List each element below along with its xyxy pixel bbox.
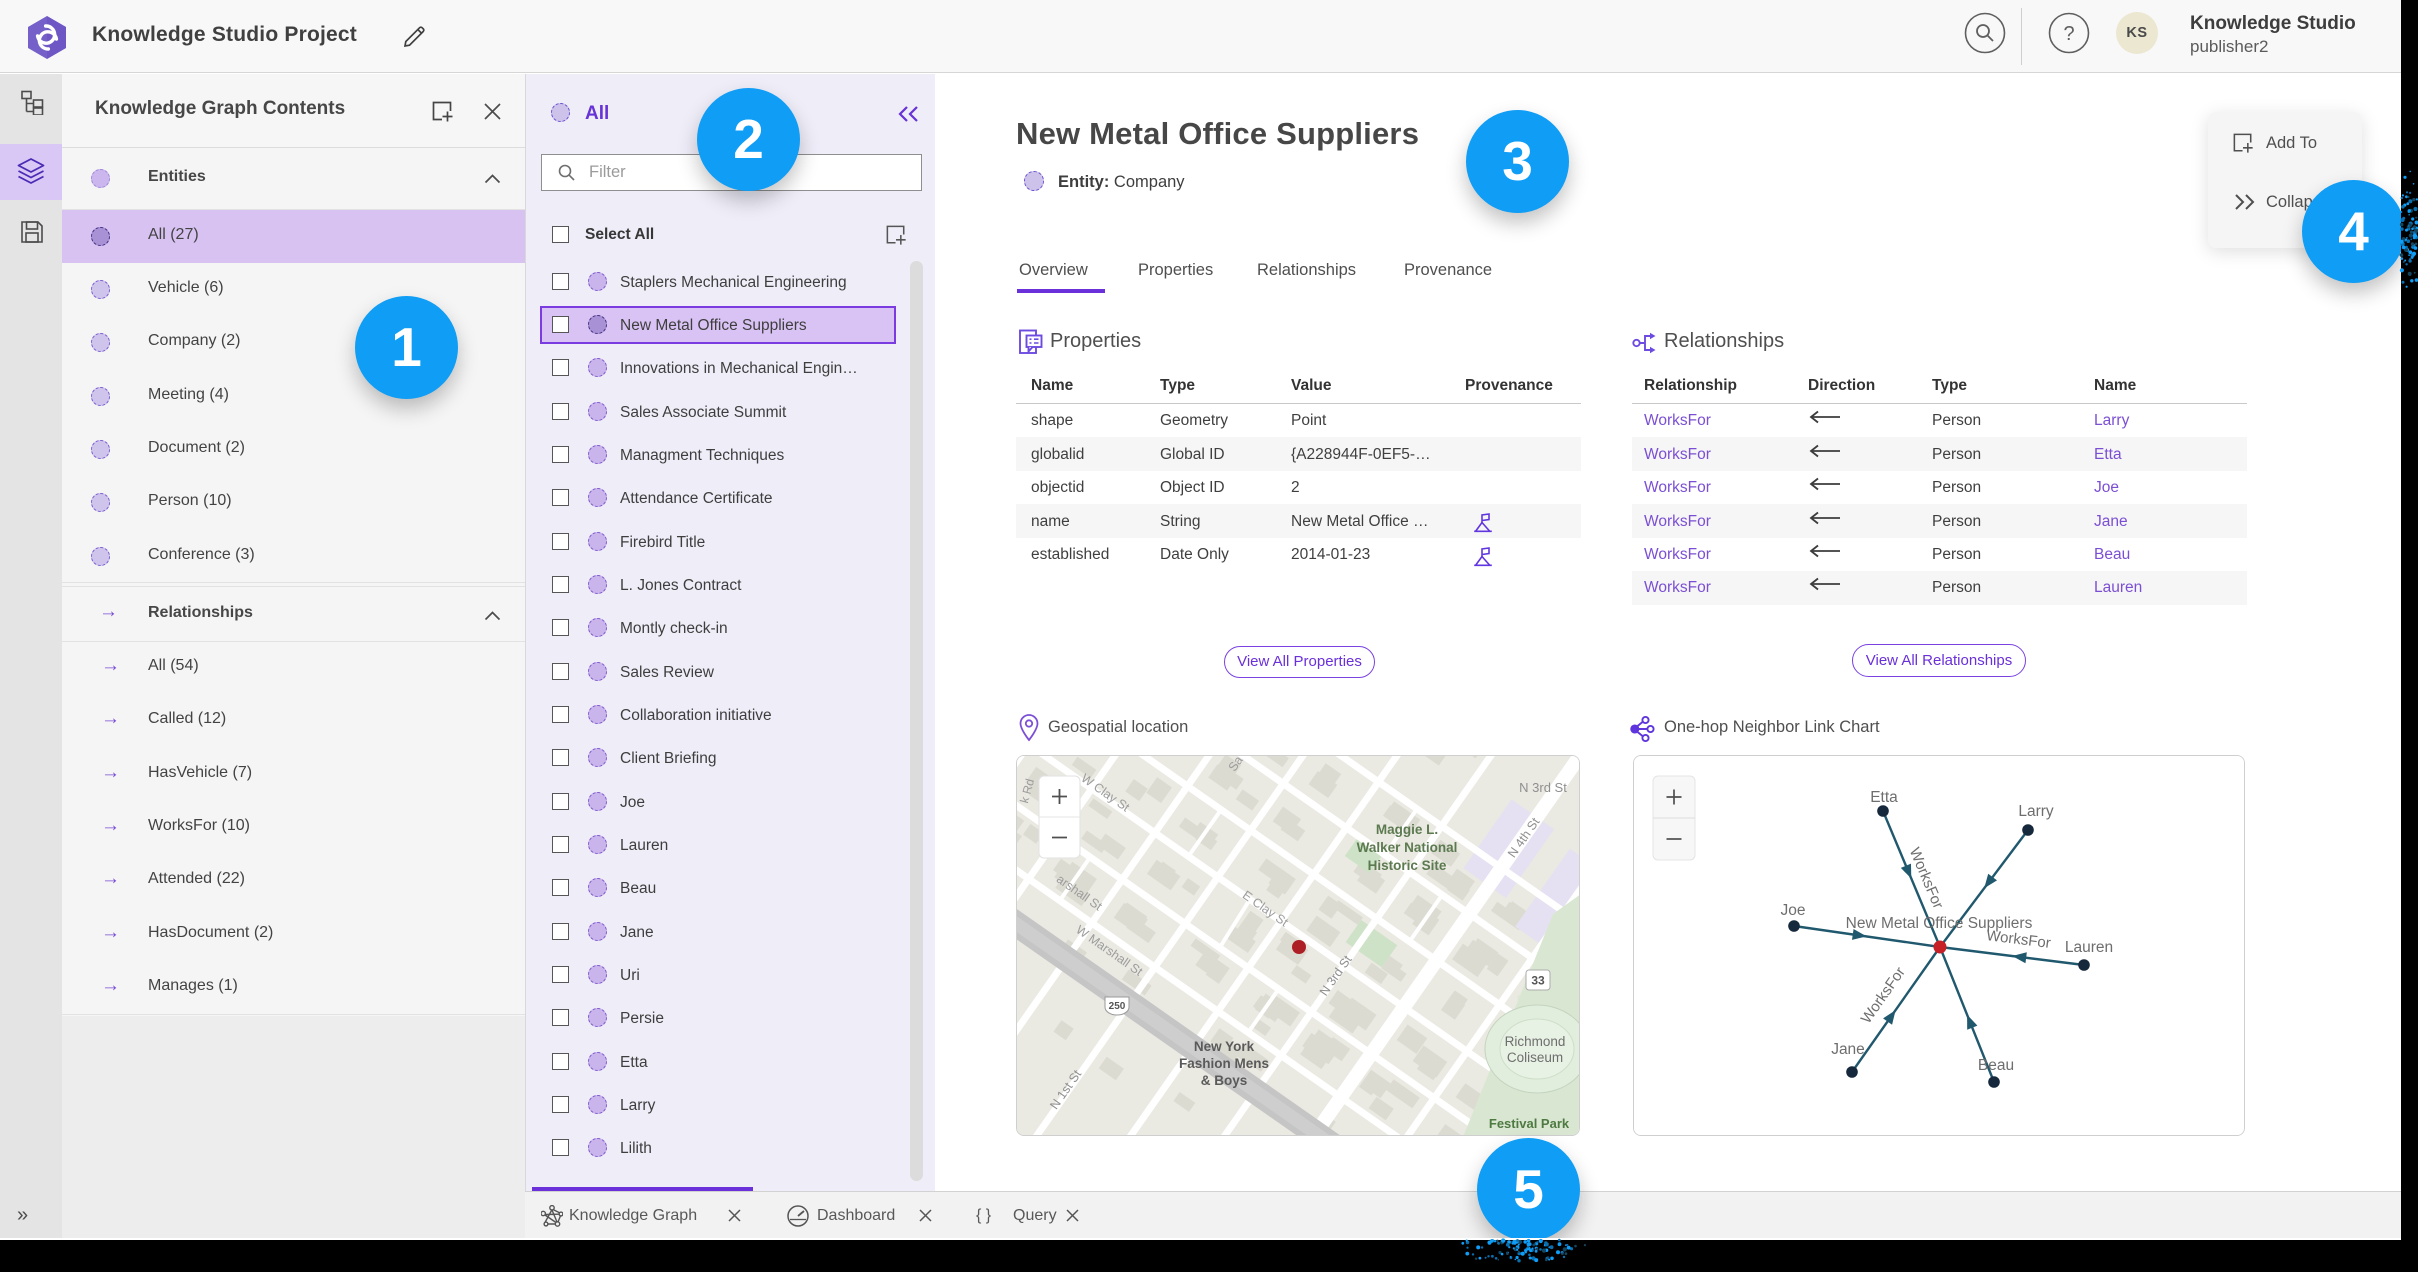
svg-text:Historic Site: Historic Site [1368,858,1447,873]
svg-text:N 3rd St: N 3rd St [1519,780,1567,795]
svg-text:Festival Park: Festival Park [1489,1116,1570,1131]
svg-text:Larry: Larry [2018,803,2054,820]
svg-text:New York: New York [1194,1039,1255,1054]
svg-text:Maggie L.: Maggie L. [1376,822,1438,837]
svg-text:Richmond: Richmond [1505,1034,1566,1049]
svg-text:Lauren: Lauren [2065,939,2113,956]
svg-text:& Boys: & Boys [1201,1073,1248,1088]
svg-text:Etta: Etta [1870,789,1898,806]
svg-text:250: 250 [1109,1001,1126,1012]
svg-text:?: ? [2063,23,2074,45]
svg-text:Coliseum: Coliseum [1507,1050,1563,1065]
svg-text:33: 33 [1531,974,1545,988]
svg-text:Beau: Beau [1978,1057,2014,1074]
svg-text:Walker National: Walker National [1357,840,1458,855]
svg-text:Joe: Joe [1781,902,1806,919]
svg-text:Jane: Jane [1831,1041,1865,1058]
svg-text:Fashion Mens: Fashion Mens [1179,1056,1269,1071]
